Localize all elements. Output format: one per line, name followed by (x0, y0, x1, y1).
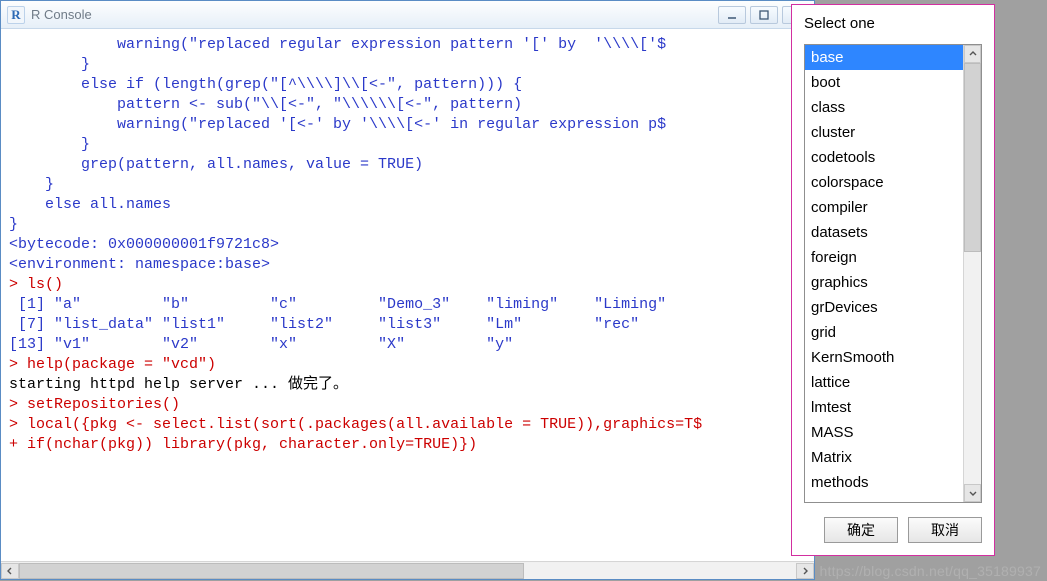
r-console-titlebar[interactable]: R R Console (1, 1, 814, 29)
watermark-text: https://blog.csdn.net/qq_35189937 (820, 563, 1041, 579)
app-icon: R (7, 6, 25, 24)
console-line: > help(package = "vcd") (9, 355, 806, 375)
dialog-title: Select one (804, 15, 982, 32)
list-item[interactable]: KernSmooth (805, 345, 963, 370)
list-item[interactable]: Matrix (805, 445, 963, 470)
console-line: [13] "v1" "v2" "x" "X" "y" (9, 335, 806, 355)
list-item[interactable]: colorspace (805, 170, 963, 195)
list-item[interactable]: cluster (805, 120, 963, 145)
list-item[interactable]: base (805, 45, 963, 70)
horizontal-scrollbar[interactable] (1, 561, 814, 579)
list-item[interactable]: foreign (805, 245, 963, 270)
r-console-body: warning("replaced regular expression pat… (1, 29, 814, 579)
console-line: > setRepositories() (9, 395, 806, 415)
list-item[interactable]: boot (805, 70, 963, 95)
console-line: } (9, 135, 806, 155)
console-line: <environment: namespace:base> (9, 255, 806, 275)
console-line: warning("replaced '[<-' by '\\\\[<-' in … (9, 115, 806, 135)
console-line: } (9, 175, 806, 195)
list-item[interactable]: lattice (805, 370, 963, 395)
minimize-button[interactable] (718, 6, 746, 24)
console-line: else if (length(grep("[^\\\\]\\[<-", pat… (9, 75, 806, 95)
dialog-buttons: 确定 取消 (804, 503, 982, 543)
v-scroll-track[interactable] (964, 63, 981, 484)
h-scroll-thumb[interactable] (19, 563, 524, 579)
vertical-scrollbar[interactable] (963, 45, 981, 502)
r-console-output[interactable]: warning("replaced regular expression pat… (1, 29, 814, 579)
scroll-left-arrow[interactable] (1, 563, 19, 579)
ok-button[interactable]: 确定 (824, 517, 898, 543)
h-scroll-track[interactable] (19, 563, 796, 579)
list-item[interactable]: graphics (805, 270, 963, 295)
list-item[interactable]: grid (805, 320, 963, 345)
cancel-button[interactable]: 取消 (908, 517, 982, 543)
console-line: starting httpd help server ... 做完了。 (9, 375, 806, 395)
package-listbox[interactable]: basebootclassclustercodetoolscolorspacec… (805, 45, 963, 502)
list-item[interactable]: datasets (805, 220, 963, 245)
console-line: + if(nchar(pkg)) library(pkg, character.… (9, 435, 806, 455)
window-title: R Console (31, 7, 92, 22)
listbox-wrap: basebootclassclustercodetoolscolorspacec… (804, 44, 982, 503)
r-console-window: R R Console warning("replaced regular ex… (0, 0, 815, 580)
select-one-dialog: Select one basebootclassclustercodetools… (791, 4, 995, 556)
console-line: [7] "list_data" "list1" "list2" "list3" … (9, 315, 806, 335)
list-item[interactable]: class (805, 95, 963, 120)
scroll-right-arrow[interactable] (796, 563, 814, 579)
console-line: <bytecode: 0x000000001f9721c8> (9, 235, 806, 255)
console-line: } (9, 215, 806, 235)
list-item[interactable]: mgcv (805, 495, 963, 502)
console-line: > local({pkg <- select.list(sort(.packag… (9, 415, 806, 435)
console-line: } (9, 55, 806, 75)
console-line: else all.names (9, 195, 806, 215)
console-line: warning("replaced regular expression pat… (9, 35, 806, 55)
list-item[interactable]: compiler (805, 195, 963, 220)
list-item[interactable]: MASS (805, 420, 963, 445)
console-line: pattern <- sub("\\[<-", "\\\\\\[<-", pat… (9, 95, 806, 115)
list-item[interactable]: codetools (805, 145, 963, 170)
scroll-down-arrow[interactable] (964, 484, 981, 502)
console-line: > ls() (9, 275, 806, 295)
list-item[interactable]: grDevices (805, 295, 963, 320)
list-item[interactable]: methods (805, 470, 963, 495)
console-line: grep(pattern, all.names, value = TRUE) (9, 155, 806, 175)
console-line: [1] "a" "b" "c" "Demo_3" "liming" "Limin… (9, 295, 806, 315)
list-item[interactable]: lmtest (805, 395, 963, 420)
v-scroll-thumb[interactable] (964, 63, 981, 252)
maximize-button[interactable] (750, 6, 778, 24)
scroll-up-arrow[interactable] (964, 45, 981, 63)
